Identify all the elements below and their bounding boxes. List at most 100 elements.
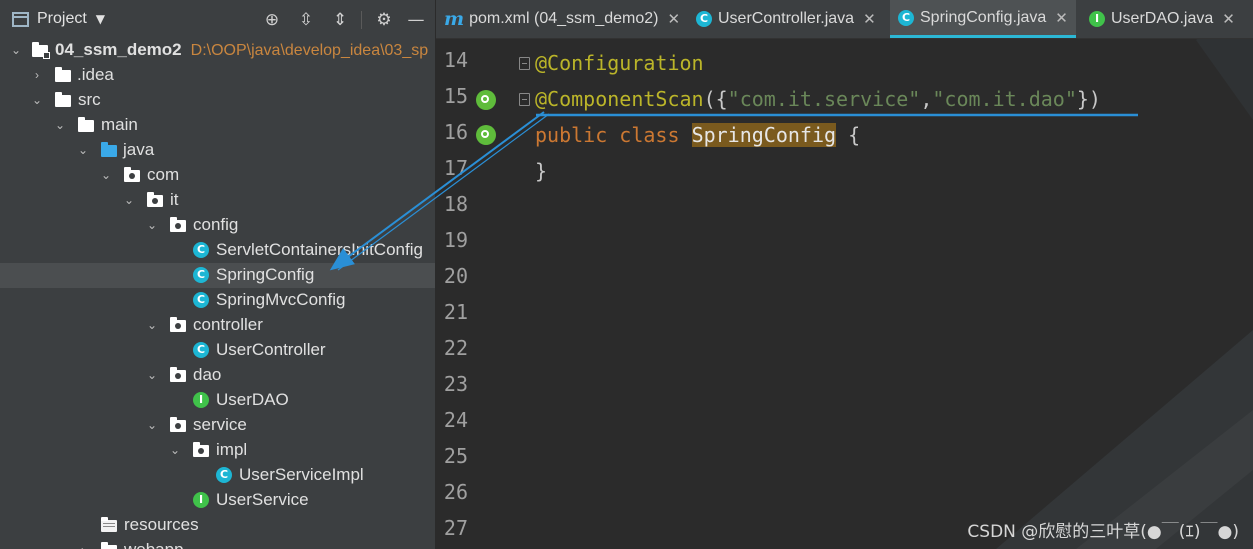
tree-item-src[interactable]: ⌄ src <box>0 88 435 113</box>
chevron-down-icon[interactable]: ⌄ <box>168 443 182 457</box>
tree-item-dao[interactable]: ⌄ dao <box>0 363 435 388</box>
chevron-down-icon[interactable]: ⌄ <box>145 418 159 432</box>
tree-item-label: SpringConfig <box>216 265 315 284</box>
line-number: 24 <box>443 408 468 432</box>
tree-item-label: dao <box>193 365 222 384</box>
tree-item-userdao[interactable]: I UserDAO <box>0 388 435 413</box>
line-number: 23 <box>443 372 468 396</box>
package-icon <box>193 442 209 457</box>
tree-item-label: src <box>78 90 101 109</box>
code-token: } <box>535 159 548 183</box>
code-line-16: public class SpringConfig { <box>535 119 860 151</box>
package-icon <box>170 367 186 382</box>
tree-item-springconfig[interactable]: C SpringConfig <box>0 263 435 288</box>
close-icon[interactable]: ✕ <box>1055 9 1068 27</box>
tree-item-springmvcconfig[interactable]: C SpringMvcConfig <box>0 288 435 313</box>
code-area[interactable]: @Configuration @ComponentScan({"com.it.s… <box>535 38 1235 549</box>
close-icon[interactable]: ✕ <box>1222 10 1235 28</box>
chevron-down-icon[interactable]: ⌄ <box>76 143 90 157</box>
fold-marker-icon[interactable] <box>519 57 530 70</box>
line-number: 27 <box>443 516 468 540</box>
tree-item-userserviceimpl[interactable]: C UserServiceImpl <box>0 463 435 488</box>
string-token: "com.it.service" <box>727 87 921 111</box>
line-number: 16 <box>443 120 468 144</box>
tree-item-label: service <box>193 415 247 434</box>
line-number: 19 <box>443 228 468 252</box>
tree-item-com[interactable]: ⌄ com <box>0 163 435 188</box>
tree-item-usercontroller[interactable]: C UserController <box>0 338 435 363</box>
tree-item-project-root[interactable]: ⌄ 04_ssm_demo2 D:\OOP\java\develop_idea\0… <box>0 38 435 63</box>
expand-all-icon[interactable]: ⇳ <box>295 9 317 31</box>
class-name-token: SpringConfig <box>691 123 837 147</box>
interface-icon: I <box>1089 11 1105 27</box>
source-folder-icon <box>101 142 117 157</box>
tab-userdao[interactable]: I UserDAO.java ✕ <box>1089 0 1235 38</box>
tree-item-main[interactable]: ⌄ main <box>0 113 435 138</box>
package-icon <box>124 167 140 182</box>
line-number: 14 <box>443 48 468 72</box>
fold-marker-icon[interactable] <box>519 93 530 106</box>
folder-icon <box>55 67 71 82</box>
tree-item-idea[interactable]: › .idea <box>0 63 435 88</box>
tree-item-resources[interactable]: resources <box>0 513 435 538</box>
tree-item-label: config <box>193 215 239 234</box>
chevron-down-icon[interactable]: ⌄ <box>99 168 113 182</box>
tree-item-label: UserDAO <box>216 390 289 409</box>
chevron-down-icon[interactable]: ⌄ <box>9 43 23 57</box>
chevron-down-icon[interactable]: ⌄ <box>145 368 159 382</box>
chevron-down-icon[interactable]: ⌄ <box>30 93 44 107</box>
tab-label: SpringConfig.java <box>920 8 1047 26</box>
tree-item-label: UserServiceImpl <box>239 465 364 484</box>
collapse-all-icon[interactable]: ⇕ <box>329 9 351 31</box>
project-view-selector[interactable]: Project ▼ <box>12 10 105 28</box>
close-icon[interactable]: ✕ <box>863 10 876 28</box>
module-folder-icon <box>32 42 50 59</box>
tree-item-service[interactable]: ⌄ service <box>0 413 435 438</box>
tree-item-label: it <box>170 190 179 209</box>
tab-pom-xml[interactable]: m pom.xml (04_ssm_demo2) ✕ <box>444 0 680 38</box>
spring-bean-icon[interactable] <box>476 125 496 145</box>
close-icon[interactable]: ✕ <box>668 10 681 28</box>
line-number: 17 <box>443 156 468 180</box>
chevron-down-icon[interactable]: ⌄ <box>122 193 136 207</box>
spring-bean-scan-icon[interactable] <box>476 90 496 110</box>
chevron-down-icon[interactable]: ⌄ <box>145 318 159 332</box>
code-editor: m pom.xml (04_ssm_demo2) ✕ C UserControl… <box>436 0 1253 549</box>
tab-springconfig[interactable]: C SpringConfig.java ✕ <box>890 0 1076 38</box>
line-number: 26 <box>443 480 468 504</box>
code-token: }) <box>1076 87 1101 111</box>
tree-item-it[interactable]: ⌄ it <box>0 188 435 213</box>
class-icon: C <box>193 342 209 358</box>
chevron-down-icon[interactable]: ⌄ <box>53 118 67 132</box>
tree-item-label: main <box>101 115 138 134</box>
tree-item-label: resources <box>124 515 199 534</box>
package-icon <box>170 417 186 432</box>
chevron-right-icon[interactable]: › <box>76 543 90 549</box>
tree-item-label: SpringMvcConfig <box>216 290 346 309</box>
tree-item-label: impl <box>216 440 248 459</box>
tree-item-userservice[interactable]: I UserService <box>0 488 435 513</box>
tree-item-controller[interactable]: ⌄ controller <box>0 313 435 338</box>
tree-item-servletcontainersinitconfig[interactable]: C ServletContainersInitConfig <box>0 238 435 263</box>
package-icon <box>170 317 186 332</box>
package-icon <box>170 217 186 232</box>
line-number: 21 <box>443 300 468 324</box>
minimize-icon[interactable]: — <box>405 9 427 31</box>
chevron-right-icon[interactable]: › <box>30 68 44 82</box>
tree-item-java[interactable]: ⌄ java <box>0 138 435 163</box>
string-token: "com.it.dao" <box>932 87 1077 111</box>
code-token: { <box>836 123 861 147</box>
chevron-down-icon[interactable]: ⌄ <box>145 218 159 232</box>
tree-item-impl[interactable]: ⌄ impl <box>0 438 435 463</box>
tab-usercontroller[interactable]: C UserController.java ✕ <box>696 0 876 38</box>
locate-icon[interactable]: ⊕ <box>261 9 283 31</box>
gear-icon[interactable]: ⚙ <box>373 9 395 31</box>
folder-icon <box>78 117 94 132</box>
tree-item-label: 04_ssm_demo2 <box>55 40 182 59</box>
tree-item-config[interactable]: ⌄ config <box>0 213 435 238</box>
tree-item-label: com <box>147 165 180 184</box>
project-panel: Project ▼ ⊕ ⇳ ⇕ ⚙ — ⌄ 04_ssm_demo2 D:\OOP… <box>0 0 436 549</box>
line-number: 15 <box>443 84 468 108</box>
keyword-token: public <box>535 123 608 147</box>
tree-item-webapp[interactable]: › webapp <box>0 538 435 549</box>
